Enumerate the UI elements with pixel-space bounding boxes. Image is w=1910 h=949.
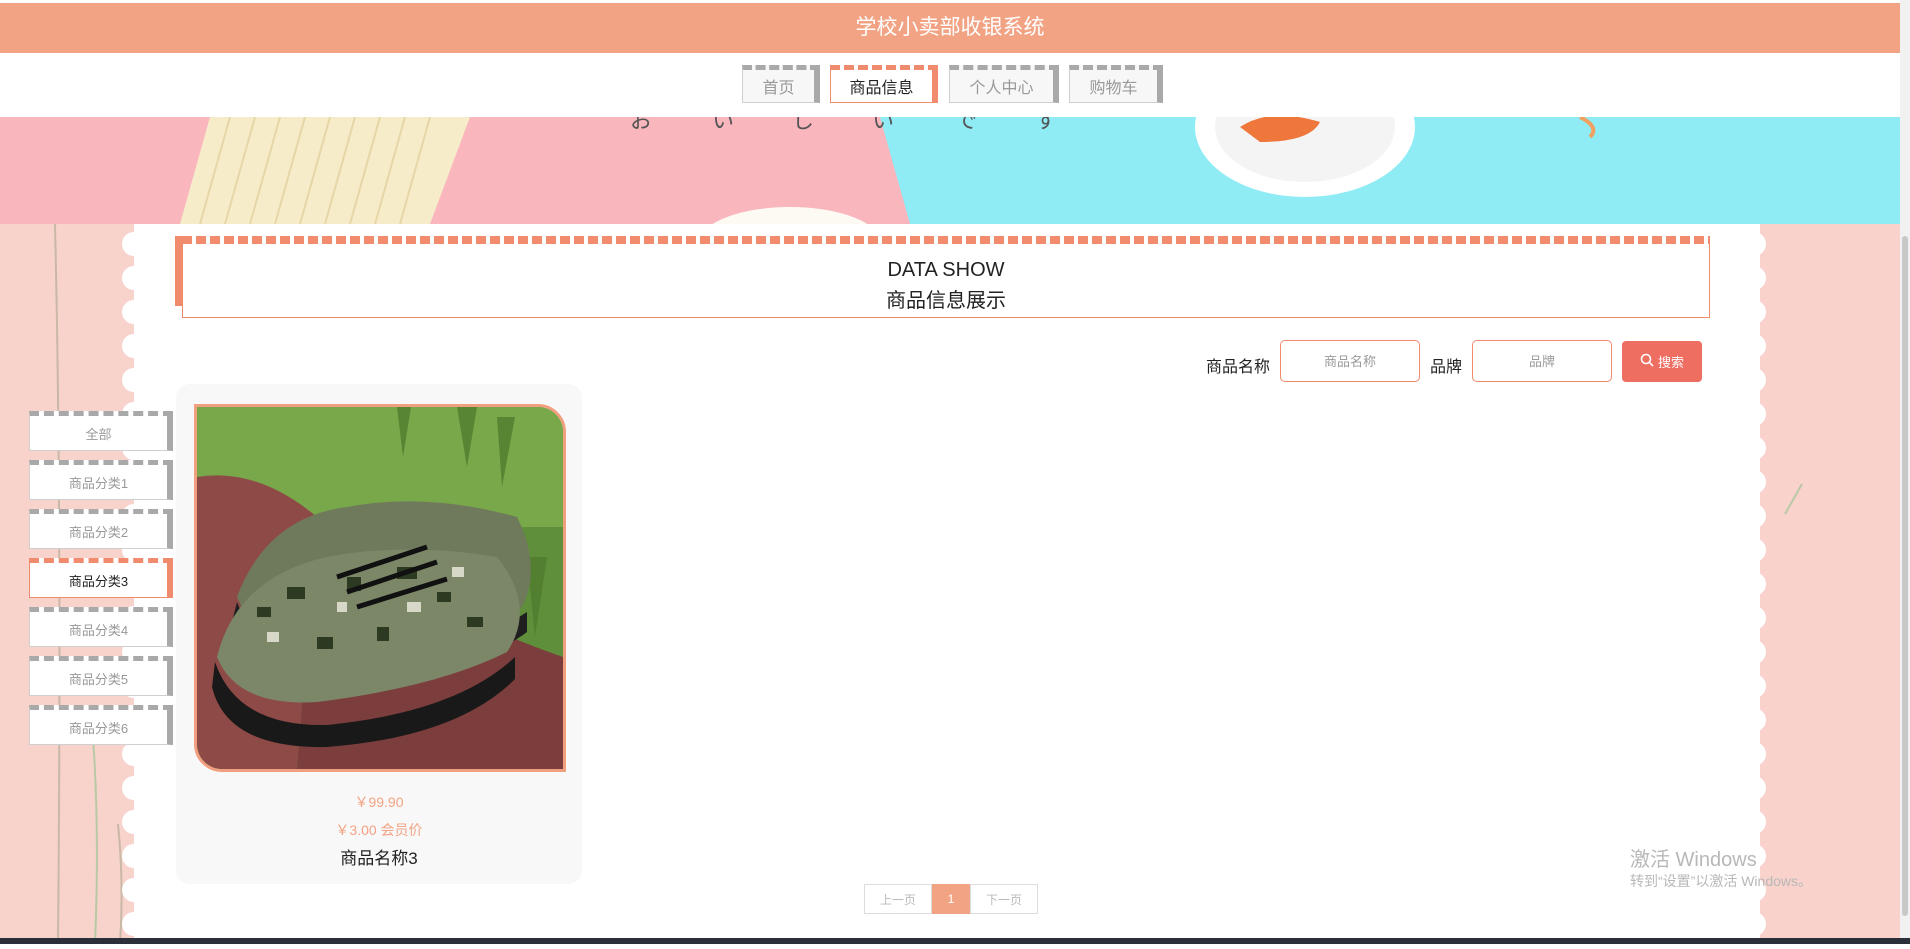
category-1[interactable]: 商品分类1	[29, 460, 173, 500]
category-label: 商品分类5	[68, 671, 129, 687]
category-5[interactable]: 商品分类5	[29, 656, 173, 696]
tab-cart[interactable]: 购物车	[1069, 65, 1163, 103]
search-button[interactable]: 搜索	[1622, 341, 1702, 382]
banner-kana-5: す	[1035, 117, 1057, 134]
banner-kana-2: し	[792, 117, 814, 134]
product-name-input[interactable]	[1280, 340, 1420, 382]
tab-product-info[interactable]: 商品信息	[830, 65, 938, 103]
category-label: 商品分类1	[68, 475, 129, 491]
app-title: 学校小卖部收银系统	[855, 16, 1045, 39]
category-label: 商品分类6	[68, 720, 129, 736]
tab-home[interactable]: 首页	[742, 65, 820, 103]
banner-kana-4: で	[955, 117, 977, 134]
windows-watermark-subtitle: 转到“设置”以激活 Windows。	[1630, 873, 1813, 889]
search-button-label: 搜索	[1657, 355, 1684, 370]
section-title-box: DATA SHOW 商品信息展示	[175, 236, 1710, 318]
next-page-button[interactable]: 下一页	[970, 884, 1038, 914]
product-name[interactable]: 商品名称3	[176, 844, 582, 869]
category-label: 全部	[85, 426, 112, 442]
category-all[interactable]: 全部	[29, 411, 173, 451]
category-label: 商品分类3	[68, 573, 129, 589]
banner-image: お い し い で す	[0, 117, 1900, 224]
title-stripe	[182, 236, 1710, 244]
page-scrollbar[interactable]	[1900, 0, 1910, 944]
tab-cart-label: 购物车	[1089, 80, 1138, 97]
section-title-cn: 商品信息展示	[886, 290, 1006, 312]
tab-personal-center-label: 个人中心	[969, 80, 1034, 97]
top-nav: 首页 商品信息 个人中心 购物车	[0, 53, 1900, 117]
product-price: ￥99.90	[354, 794, 404, 810]
category-label: 商品分类4	[68, 622, 129, 638]
scrollbar-thumb[interactable]	[1902, 236, 1908, 916]
windows-watermark-title: 激活 Windows	[1630, 849, 1757, 871]
product-card[interactable]: ￥99.90 ￥3.00 会员价 商品名称3	[176, 384, 582, 884]
page-1-button[interactable]: 1	[932, 884, 970, 914]
brand-label: 品牌	[1430, 359, 1463, 376]
tab-product-info-label: 商品信息	[849, 80, 914, 97]
banner-kana-0: お	[630, 117, 652, 134]
search-icon	[1640, 353, 1654, 370]
category-6[interactable]: 商品分类6	[29, 705, 173, 745]
banner-kana-3: い	[872, 117, 894, 134]
right-decor-panel	[1760, 224, 1900, 944]
pagination: 上一页 1 下一页	[864, 884, 1038, 914]
banner-kana-1: い	[712, 117, 734, 134]
title-left-bar	[175, 236, 183, 306]
prev-page-button[interactable]: 上一页	[864, 884, 932, 914]
brand-input[interactable]	[1472, 340, 1612, 382]
category-label: 商品分类2	[68, 524, 129, 540]
product-name-label: 商品名称	[1206, 359, 1271, 376]
product-image[interactable]	[194, 404, 566, 772]
section-title-en: DATA SHOW	[887, 259, 1005, 281]
tab-personal-center[interactable]: 个人中心	[949, 65, 1059, 103]
app-header: 学校小卖部收银系统	[0, 3, 1900, 53]
tab-home-label: 首页	[762, 80, 795, 97]
noodles-illustration	[180, 117, 470, 224]
product-member-price: ￥3.00 会员价	[335, 822, 423, 838]
category-2[interactable]: 商品分类2	[29, 509, 173, 549]
category-4[interactable]: 商品分类4	[29, 607, 173, 647]
os-taskbar-strip	[0, 938, 1910, 944]
category-3[interactable]: 商品分类3	[29, 558, 173, 598]
